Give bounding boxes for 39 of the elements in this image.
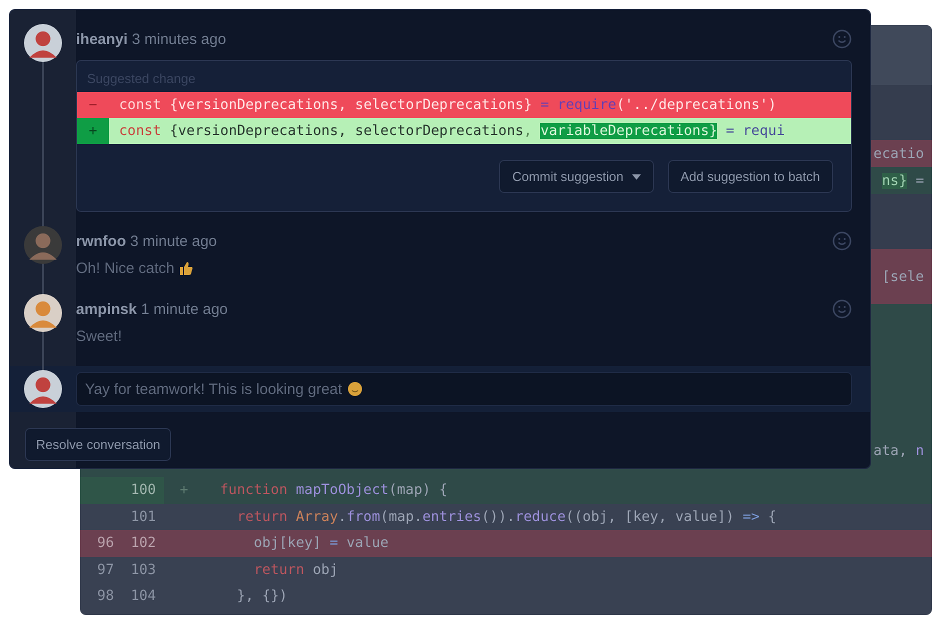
line-number: 102: [130, 534, 157, 554]
line-number: 100: [122, 477, 164, 504]
diff-sign: +: [88, 123, 98, 139]
avatar: [24, 226, 62, 264]
commit-suggestion-button[interactable]: Commit suggestion: [499, 160, 654, 193]
add-reaction-icon[interactable]: [832, 29, 852, 49]
comment-meta: ampinsk 1 minute ago: [76, 300, 228, 318]
line-number: 98: [96, 587, 115, 606]
code-fragment: ecatio: [873, 146, 924, 162]
comment-meta: iheanyi 3 minutes ago: [76, 30, 226, 48]
avatar: [24, 24, 62, 62]
code-line: }, {}): [236, 588, 288, 604]
diff-sign: −: [88, 97, 98, 113]
add-reaction-icon[interactable]: [832, 231, 852, 251]
comment-meta: rwnfoo 3 minute ago: [76, 232, 217, 250]
code-line: const {versionDeprecations, selectorDeprecations} = require('../deprecations'): [118, 97, 776, 113]
line-number: 97: [96, 560, 115, 580]
line-number: 96: [96, 534, 115, 554]
code-line: const {versionDeprecations, selectorDeprecations, variableDeprecations} = requi: [118, 123, 785, 139]
comment-text: Sweet!: [76, 328, 122, 344]
caret-icon: [632, 174, 640, 180]
line-number: 104: [130, 587, 157, 606]
code-line: return Array.from(map.entries()).reduce((obj, [key, value]) => {: [236, 508, 776, 525]
code-line: function mapToObject(map) {: [219, 482, 448, 498]
comment-text: Oh! Nice catch: [76, 260, 174, 276]
avatar: [24, 370, 62, 408]
code-fragment: ns} =: [882, 172, 924, 188]
resolve-conversation-button[interactable]: Resolve conversation: [25, 428, 172, 461]
add-reaction-icon[interactable]: [832, 299, 852, 319]
code-line: obj[key] = value: [252, 535, 389, 552]
code-fragment: ata, n: [873, 442, 924, 458]
code-line: return obj: [252, 562, 338, 578]
add-to-batch-button[interactable]: Add suggestion to batch: [668, 160, 833, 193]
code-fragment: [sele: [882, 268, 924, 284]
line-number: 101: [130, 508, 157, 527]
avatar: [24, 294, 62, 332]
line-number: 103: [130, 560, 157, 580]
reply-field[interactable]: Yay for teamwork! This is looking great: [76, 372, 852, 406]
diff-sign: +: [180, 482, 188, 498]
